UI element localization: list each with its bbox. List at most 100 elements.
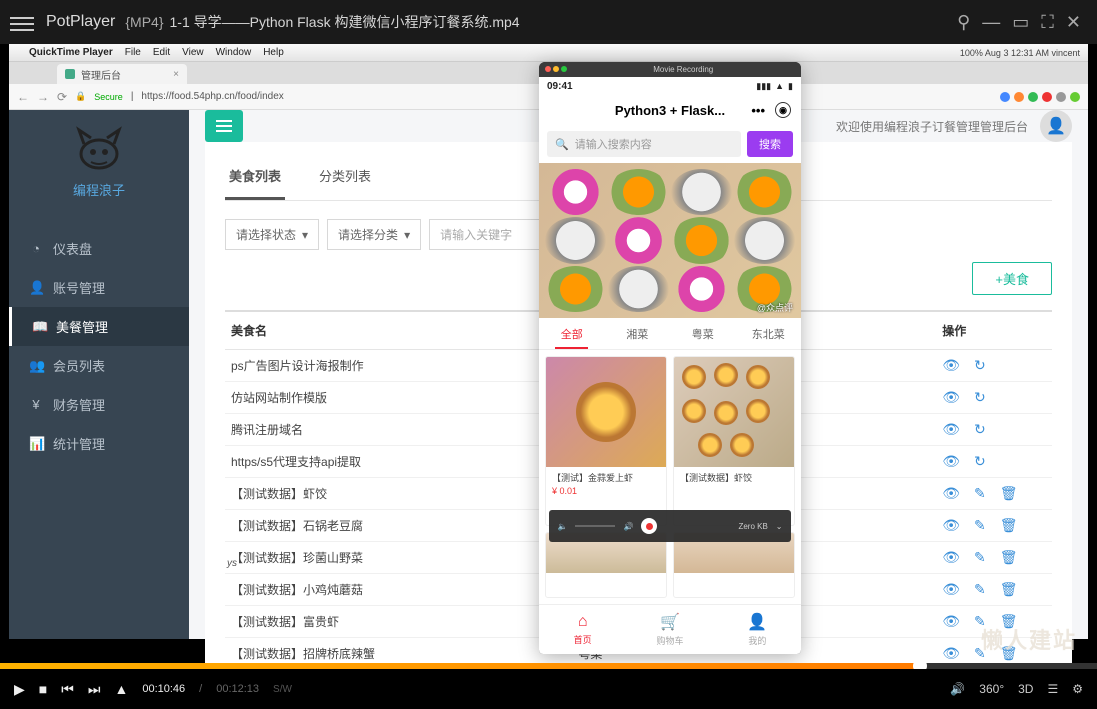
mac-menu-help[interactable]: Help bbox=[263, 47, 284, 58]
menu-icon[interactable] bbox=[10, 13, 34, 31]
chrome-tab[interactable]: 管理后台 × bbox=[57, 64, 187, 84]
ext-icon[interactable] bbox=[1014, 92, 1024, 102]
refresh-icon[interactable]: ↻ bbox=[974, 357, 986, 374]
menu-icon: 📖 bbox=[32, 319, 46, 335]
view-icon[interactable]: 👁 bbox=[942, 581, 960, 598]
volume-icon[interactable]: 🔊 bbox=[950, 682, 965, 696]
refresh-icon[interactable]: ↻ bbox=[974, 453, 986, 470]
pin-icon[interactable]: ⚲ bbox=[957, 12, 970, 33]
reload-icon[interactable]: ⟳ bbox=[57, 90, 67, 104]
view-icon[interactable]: 👁 bbox=[942, 613, 960, 630]
food-card[interactable]: 【测试数据】虾饺 bbox=[673, 356, 795, 526]
delete-icon[interactable]: 🗑 bbox=[1000, 581, 1018, 598]
sidebar-item-2[interactable]: 📖美餐管理 bbox=[9, 307, 189, 346]
play-button[interactable]: ▶ bbox=[14, 681, 25, 698]
expand-icon[interactable]: ⌄ bbox=[776, 522, 783, 531]
search-button[interactable]: 搜索 bbox=[747, 131, 793, 157]
more-icon[interactable]: ••• bbox=[751, 103, 765, 118]
ext-icon[interactable] bbox=[1070, 92, 1080, 102]
ext-icon[interactable] bbox=[1056, 92, 1066, 102]
mac-menu-edit[interactable]: Edit bbox=[153, 47, 170, 58]
tab-food-list[interactable]: 美食列表 bbox=[225, 158, 285, 200]
3d-button[interactable]: 3D bbox=[1018, 682, 1033, 696]
view-icon[interactable]: 👁 bbox=[942, 549, 960, 566]
delete-icon[interactable]: 🗑 bbox=[1000, 549, 1018, 566]
view-icon[interactable]: 👁 bbox=[942, 389, 960, 406]
category-tab[interactable]: 湘菜 bbox=[605, 318, 671, 349]
chevron-down-icon: ▾ bbox=[302, 228, 308, 242]
tabbar-item[interactable]: ⌂首页 bbox=[539, 605, 626, 654]
edit-icon[interactable]: ✎ bbox=[974, 581, 986, 598]
view-icon[interactable]: 👁 bbox=[942, 357, 960, 374]
search-input[interactable]: 🔍 请输入搜索内容 bbox=[547, 131, 741, 157]
stop-button[interactable]: ■ bbox=[39, 681, 47, 697]
sidebar-item-4[interactable]: ¥财务管理 bbox=[9, 385, 189, 424]
quicktime-window[interactable]: Movie Recording 09:41 ▮▮▮▲▮ Python3 + Fl… bbox=[539, 62, 801, 654]
fullscreen-icon[interactable]: ⛶ bbox=[1041, 12, 1054, 33]
target-icon[interactable]: ◉ bbox=[775, 102, 791, 118]
next-button[interactable]: ⏭ bbox=[88, 681, 101, 698]
back-icon[interactable]: ← bbox=[17, 90, 29, 104]
view-icon[interactable]: 👁 bbox=[942, 453, 960, 470]
renderer-label[interactable]: S/W bbox=[273, 684, 292, 695]
open-button[interactable]: ▲ bbox=[114, 681, 128, 697]
minimize-icon[interactable]: — bbox=[982, 12, 1000, 33]
record-button[interactable] bbox=[641, 518, 657, 534]
tabbar-label: 我的 bbox=[748, 634, 766, 647]
refresh-icon[interactable]: ↻ bbox=[974, 389, 986, 406]
menu-label: 财务管理 bbox=[53, 395, 105, 414]
mac-menu-file[interactable]: File bbox=[125, 47, 141, 58]
restore-icon[interactable]: ▭ bbox=[1012, 12, 1029, 33]
playlist-icon[interactable]: ☰ bbox=[1047, 682, 1058, 696]
logo bbox=[69, 124, 129, 174]
mp-title: Python3 + Flask... bbox=[615, 103, 725, 118]
sidebar-item-0[interactable]: ◔仪表盘 bbox=[9, 229, 189, 268]
view-icon[interactable]: 👁 bbox=[942, 517, 960, 534]
category-tab[interactable]: 粤菜 bbox=[670, 318, 736, 349]
delete-icon[interactable]: 🗑 bbox=[1000, 485, 1018, 502]
settings-icon[interactable]: ⚙ bbox=[1072, 682, 1083, 696]
tabbar-item[interactable]: 👤我的 bbox=[714, 605, 801, 654]
sidebar-toggle-button[interactable] bbox=[205, 110, 243, 142]
mac-app-name[interactable]: QuickTime Player bbox=[29, 47, 113, 58]
category-tab[interactable]: 全部 bbox=[539, 318, 605, 349]
forward-icon[interactable]: → bbox=[37, 90, 49, 104]
prev-button[interactable]: ⏮ bbox=[61, 681, 74, 698]
edit-icon[interactable]: ✎ bbox=[974, 485, 986, 502]
mac-menu-window[interactable]: Window bbox=[216, 47, 252, 58]
view-icon[interactable]: 👁 bbox=[942, 421, 960, 438]
tab-close-icon[interactable]: × bbox=[173, 69, 179, 80]
ext-icon[interactable] bbox=[1042, 92, 1052, 102]
mac-menu-view[interactable]: View bbox=[182, 47, 204, 58]
ext-icon[interactable] bbox=[1000, 92, 1010, 102]
volume-slider[interactable] bbox=[575, 525, 615, 527]
edit-icon[interactable]: ✎ bbox=[974, 549, 986, 566]
view-icon[interactable]: 👁 bbox=[942, 645, 960, 662]
delete-icon[interactable]: 🗑 bbox=[1000, 517, 1018, 534]
sidebar-item-1[interactable]: 👤账号管理 bbox=[9, 268, 189, 307]
close-icon[interactable]: ✕ bbox=[1066, 12, 1081, 33]
category-select[interactable]: 请选择分类▾ bbox=[327, 219, 421, 250]
view-icon[interactable]: 👁 bbox=[942, 485, 960, 502]
sidebar-item-5[interactable]: 📊统计管理 bbox=[9, 424, 189, 463]
360-button[interactable]: 360° bbox=[979, 682, 1004, 696]
add-food-button[interactable]: +美食 bbox=[972, 262, 1052, 295]
category-tab[interactable]: 东北菜 bbox=[736, 318, 802, 349]
edit-icon[interactable]: ✎ bbox=[974, 517, 986, 534]
tabbar-label: 购物车 bbox=[656, 634, 683, 647]
menu-icon: 📊 bbox=[29, 436, 43, 452]
refresh-icon[interactable]: ↻ bbox=[974, 421, 986, 438]
status-select[interactable]: 请选择状态▾ bbox=[225, 219, 319, 250]
ext-icon[interactable] bbox=[1028, 92, 1038, 102]
avatar[interactable]: 👤 bbox=[1040, 110, 1072, 142]
url-text[interactable]: https://food.54php.cn/food/index bbox=[141, 91, 283, 102]
volume-icon[interactable]: 🔈 bbox=[557, 522, 567, 531]
recording-bar[interactable]: 🔈 🔊 Zero KB ⌄ bbox=[549, 510, 790, 542]
food-card[interactable]: 【测试】金蒜爱上虾 ¥ 0.01 bbox=[545, 356, 667, 526]
sidebar-item-3[interactable]: 👥会员列表 bbox=[9, 346, 189, 385]
cell-name: 仿站网站制作模版 bbox=[225, 382, 572, 414]
tab-category-list[interactable]: 分类列表 bbox=[315, 158, 375, 200]
tabbar-item[interactable]: 🛒购物车 bbox=[626, 605, 713, 654]
format-tag: {MP4} bbox=[125, 14, 163, 30]
banner-image[interactable]: @众点评 bbox=[539, 163, 801, 318]
